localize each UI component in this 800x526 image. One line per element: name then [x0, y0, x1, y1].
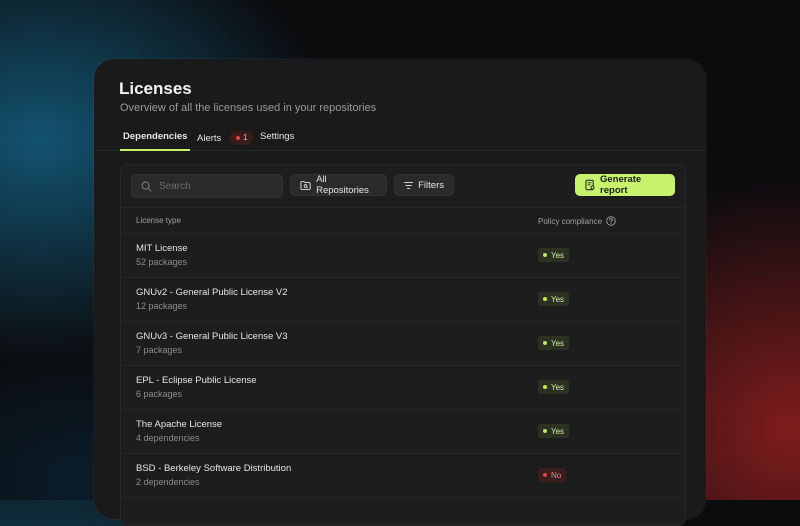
alerts-count-badge: 1	[229, 131, 254, 145]
help-circle-icon[interactable]	[606, 216, 616, 226]
compliance-badge: Yes	[538, 336, 570, 350]
package-count: 52 packages	[136, 257, 188, 267]
table-row[interactable]: GNUv2 - General Public License V2 12 pac…	[121, 278, 685, 322]
status-dot-icon	[543, 341, 547, 345]
toolbar: All Repositories Filters Generate report	[121, 165, 685, 208]
package-count: 4 dependencies	[136, 433, 200, 443]
alert-dot-icon	[235, 136, 240, 140]
tab-bar: Dependencies Alerts 1 Settings	[94, 128, 706, 151]
licenses-panel: Licenses Overview of all the licenses us…	[94, 59, 706, 526]
package-count: 2 dependencies	[136, 477, 200, 487]
compliance-label: Yes	[551, 250, 565, 260]
compliance-label: Yes	[551, 338, 565, 348]
column-policy-compliance: Policy compliance	[538, 216, 616, 226]
package-count: 6 packages	[136, 389, 183, 399]
licenses-card: All Repositories Filters Generate report	[120, 164, 686, 526]
table-row[interactable]: BSD - Berkeley Software Distribution 2 d…	[121, 454, 685, 498]
compliance-badge: Yes	[538, 248, 570, 262]
generate-report-button[interactable]: Generate report	[575, 174, 675, 196]
tab-dependencies[interactable]: Dependencies	[119, 131, 191, 151]
tab-dependencies-label: Dependencies	[123, 131, 188, 142]
search-box[interactable]	[131, 174, 283, 198]
filters-button[interactable]: Filters	[394, 174, 454, 196]
tab-settings-label: Settings	[260, 131, 295, 142]
search-icon	[141, 181, 152, 192]
license-name: The Apache License	[136, 419, 223, 430]
filters-label: Filters	[418, 179, 444, 191]
license-name: BSD - Berkeley Software Distribution	[136, 463, 292, 474]
tab-alerts-label: Alerts	[197, 133, 222, 144]
compliance-label: Yes	[551, 382, 565, 392]
report-document-icon	[585, 179, 595, 191]
page-subtitle: Overview of all the licenses used in you…	[120, 102, 377, 114]
table-row[interactable]: GNUv3 - General Public License V3 7 pack…	[121, 322, 685, 366]
package-count: 7 packages	[136, 345, 183, 355]
tab-alerts[interactable]: Alerts 1	[197, 131, 254, 150]
status-dot-icon	[543, 429, 547, 433]
package-count: 12 packages	[136, 301, 188, 311]
status-dot-icon	[543, 253, 547, 257]
table-header: License type Policy compliance	[121, 208, 685, 234]
license-name: GNUv2 - General Public License V2	[136, 287, 288, 298]
all-repositories-label: All Repositories	[316, 174, 369, 196]
filter-lines-icon	[404, 181, 414, 189]
column-license-type: License type	[136, 216, 181, 225]
table-row[interactable]: EPL - Eclipse Public License 6 packages …	[121, 366, 685, 410]
status-dot-icon	[543, 297, 547, 301]
status-dot-icon	[543, 473, 547, 477]
license-rows: MIT License 52 packages Yes GNUv2 - Gene…	[121, 234, 685, 498]
generate-report-label: Generate report	[600, 174, 642, 196]
compliance-label: No	[551, 470, 562, 480]
status-dot-icon	[543, 385, 547, 389]
table-row[interactable]: The Apache License 4 dependencies Yes	[121, 410, 685, 454]
compliance-label: Yes	[551, 426, 565, 436]
folder-repo-icon	[300, 180, 311, 190]
compliance-label: Yes	[551, 294, 565, 304]
compliance-badge: No	[538, 468, 567, 482]
column-policy-compliance-label: Policy compliance	[538, 216, 603, 226]
tab-settings[interactable]: Settings	[260, 131, 294, 150]
license-name: GNUv3 - General Public License V3	[136, 331, 288, 342]
all-repositories-button[interactable]: All Repositories	[290, 174, 387, 196]
compliance-badge: Yes	[538, 380, 570, 394]
compliance-badge: Yes	[538, 424, 570, 438]
page-title: Licenses	[119, 79, 192, 98]
alerts-count: 1	[242, 133, 248, 142]
license-name: MIT License	[136, 243, 188, 254]
search-input[interactable]	[157, 179, 271, 193]
table-row[interactable]: MIT License 52 packages Yes	[121, 234, 685, 278]
compliance-badge: Yes	[538, 292, 570, 306]
license-name: EPL - Eclipse Public License	[136, 375, 257, 386]
